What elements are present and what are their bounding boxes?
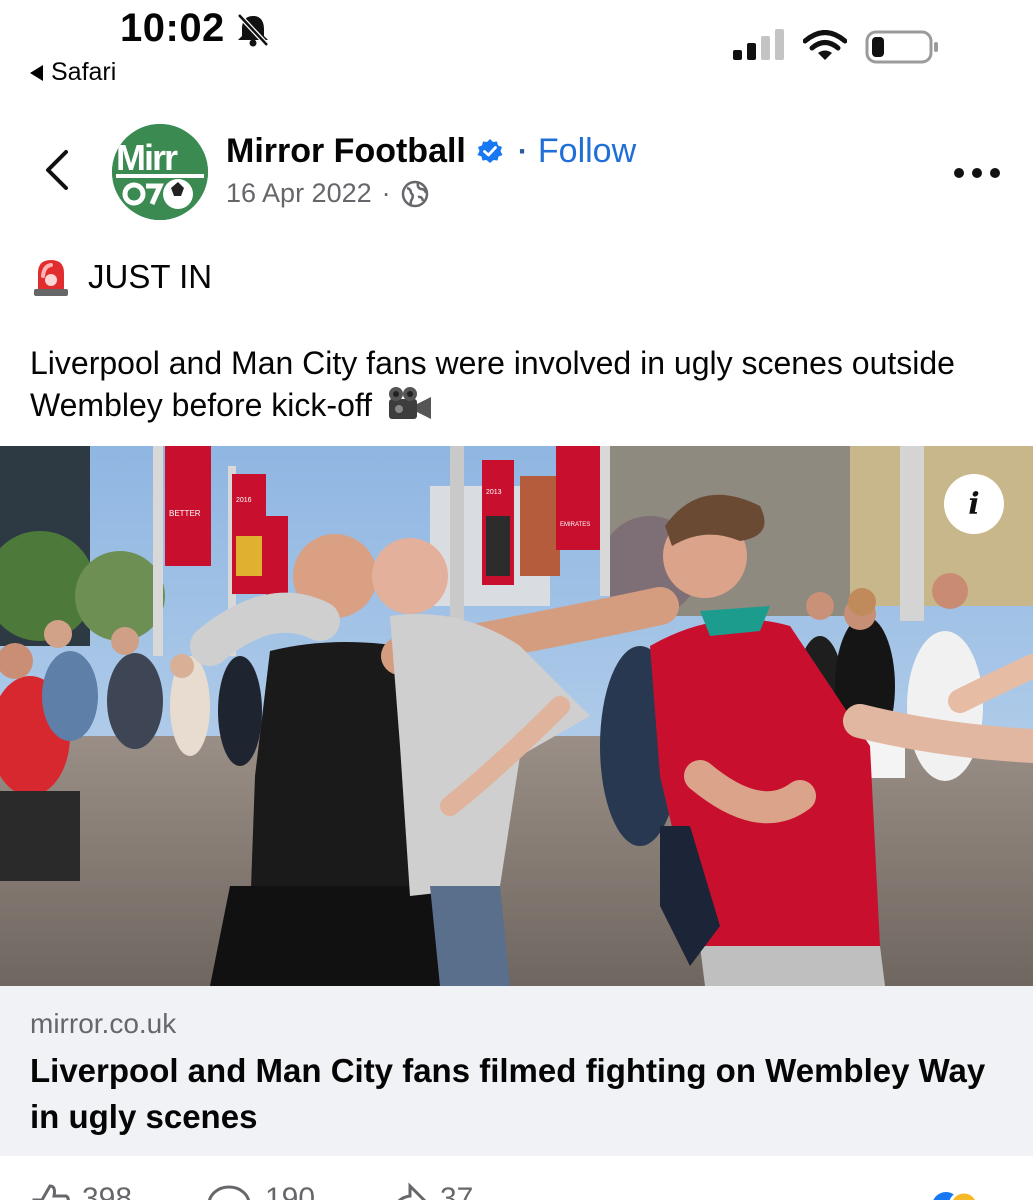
back-app-label: Safari bbox=[51, 58, 117, 86]
verified-badge-icon bbox=[477, 138, 503, 163]
banner-emirates-text: EMIRATES bbox=[560, 522, 590, 528]
battery-icon bbox=[865, 30, 938, 64]
more-options-icon[interactable] bbox=[952, 164, 1002, 182]
status-time: 10:02 bbox=[120, 6, 225, 50]
post-header: Mirr Mirror Football · Follow 16 Apr 202… bbox=[0, 120, 1033, 230]
post-headline: JUST IN bbox=[32, 256, 212, 298]
post-body-text: Liverpool and Man City fans were involve… bbox=[30, 345, 955, 423]
share-icon bbox=[397, 1182, 427, 1200]
status-bar: 10:02 Safari bbox=[0, 0, 1033, 100]
meta-separator: · bbox=[381, 178, 391, 208]
share-count: 37 bbox=[440, 1182, 474, 1200]
info-button[interactable]: i bbox=[944, 474, 1004, 534]
back-to-safari[interactable]: Safari bbox=[30, 58, 116, 87]
comment-button[interactable]: 190 bbox=[205, 1182, 315, 1200]
like-button[interactable]: 398 bbox=[30, 1182, 132, 1200]
headline-text: JUST IN bbox=[88, 258, 213, 295]
globe-icon bbox=[401, 180, 428, 207]
thumbs-up-icon bbox=[32, 1184, 70, 1200]
page-name-row: Mirror Football · Follow bbox=[226, 132, 636, 171]
post-date[interactable]: 16 Apr 2022 bbox=[226, 178, 372, 209]
like-count: 398 bbox=[82, 1182, 133, 1200]
post-photo[interactable]: BETTER 2016 2013 EMIRATES i bbox=[0, 446, 1033, 986]
back-triangle-icon bbox=[30, 64, 43, 81]
siren-icon bbox=[34, 260, 68, 296]
comment-count: 190 bbox=[265, 1182, 316, 1200]
share-button[interactable]: 37 bbox=[388, 1182, 473, 1200]
follow-separator: · bbox=[517, 134, 528, 168]
svg-text:Mirr: Mirr bbox=[116, 137, 178, 178]
page-name[interactable]: Mirror Football bbox=[226, 132, 466, 171]
link-title: Liverpool and Man City fans filmed fight… bbox=[30, 1052, 986, 1135]
banner-year-2: 2013 bbox=[486, 489, 502, 496]
cellular-signal-icon bbox=[733, 29, 784, 60]
comment-icon bbox=[208, 1185, 250, 1200]
mirror-logo: Mirr bbox=[112, 124, 208, 220]
link-domain: mirror.co.uk bbox=[30, 1008, 177, 1039]
link-preview-card[interactable]: mirror.co.uk Liverpool and Man City fans… bbox=[0, 986, 1033, 1156]
page-avatar[interactable]: Mirr bbox=[112, 124, 208, 220]
reaction-bar: 398 190 37 bbox=[0, 1156, 1033, 1200]
wifi-icon bbox=[803, 30, 847, 60]
post-body: Liverpool and Man City fans were involve… bbox=[30, 342, 1000, 426]
follow-button[interactable]: Follow bbox=[538, 132, 636, 171]
banner-year-1: 2016 bbox=[236, 497, 252, 504]
banner-sign-text: BETTER bbox=[169, 509, 201, 518]
post-meta: 16 Apr 2022 · bbox=[226, 178, 429, 209]
reaction-emojis-icon bbox=[933, 1190, 979, 1200]
movie-camera-icon bbox=[388, 387, 431, 419]
fight-scene-image: BETTER 2016 2013 EMIRATES bbox=[0, 446, 1033, 986]
back-chevron-icon[interactable] bbox=[40, 146, 72, 194]
bell-slash-icon bbox=[237, 13, 269, 47]
